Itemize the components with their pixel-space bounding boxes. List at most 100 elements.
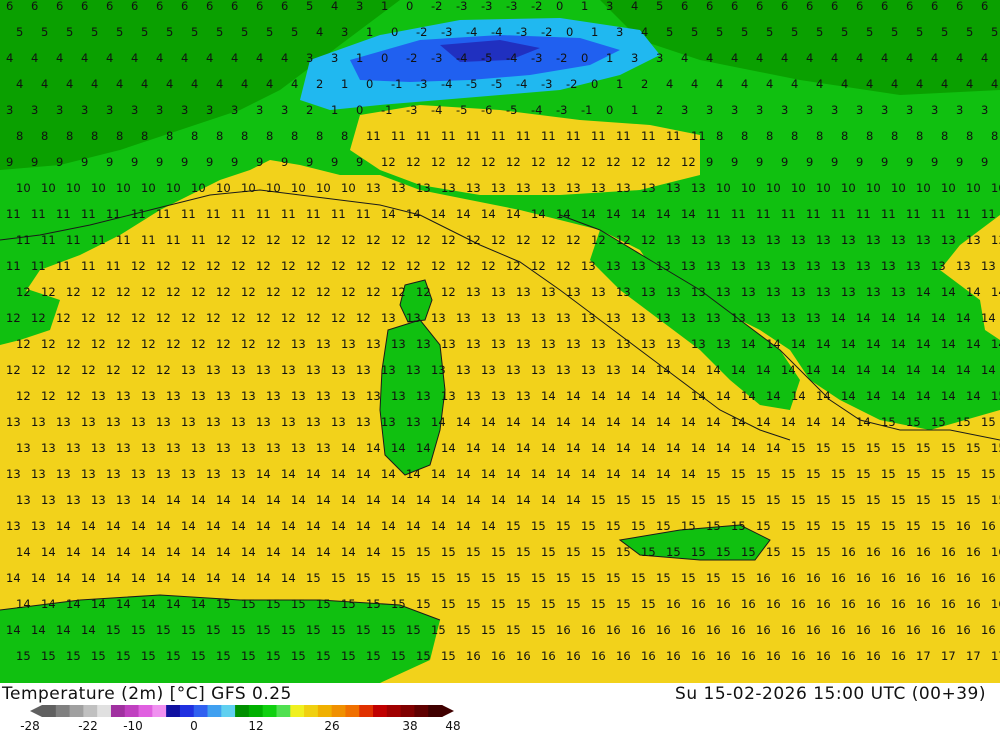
temperature-label: 15 (716, 545, 731, 559)
temperature-label: 13 (841, 233, 856, 247)
temperature-label: 13 (16, 441, 31, 455)
temperature-label: 13 (391, 389, 406, 403)
temperature-label: 16 (756, 571, 771, 585)
colorbar-swatch (386, 705, 402, 717)
colorbar-tick-label: 48 (445, 719, 461, 733)
temperature-label: 15 (656, 519, 671, 533)
temperature-label: 13 (981, 259, 996, 273)
temperature-label: 4 (791, 77, 798, 91)
temperature-label: 4 (931, 51, 938, 65)
temperature-label: 14 (516, 441, 531, 455)
temperature-label: 14 (416, 441, 431, 455)
temperature-label: 15 (481, 571, 496, 585)
temperature-label: 12 (331, 311, 346, 325)
temperature-label: 14 (81, 571, 96, 585)
temperature-label: 11 (591, 129, 606, 143)
temperature-label: 14 (281, 519, 296, 533)
temperature-label: 15 (881, 415, 896, 429)
temperature-label: 12 (481, 155, 496, 169)
temperature-label: 13 (641, 337, 656, 351)
temperature-label: 12 (66, 389, 81, 403)
temperature-label: 13 (231, 467, 246, 481)
temperature-label: 12 (281, 311, 296, 325)
temperature-label: 14 (706, 363, 721, 377)
temperature-label: 1 (591, 25, 598, 39)
temperature-label: 14 (356, 467, 371, 481)
temperature-label: 12 (16, 285, 31, 299)
temperature-label: 6 (856, 0, 863, 13)
temperature-label: 13 (416, 181, 431, 195)
temperature-label: 12 (206, 259, 221, 273)
temperature-label: 14 (91, 597, 106, 611)
temperature-label: -3 (481, 0, 492, 13)
temperature-label: 13 (231, 363, 246, 377)
temperature-label: 8 (291, 129, 298, 143)
temperature-label: 14 (331, 519, 346, 533)
temperature-label: 4 (256, 51, 263, 65)
temperature-label: 15 (141, 649, 156, 663)
temperature-label: 12 (156, 363, 171, 377)
temperature-label: 11 (81, 207, 96, 221)
temperature-label: 16 (891, 545, 906, 559)
temperature-label: 4 (891, 77, 898, 91)
temperature-label: 13 (331, 415, 346, 429)
temperature-label: 15 (606, 571, 621, 585)
temperature-label: 14 (916, 337, 931, 351)
temperature-label: 11 (731, 207, 746, 221)
temperature-label: 13 (591, 181, 606, 195)
temperature-label: 12 (56, 363, 71, 377)
colorbar-swatch (97, 705, 112, 717)
temperature-label: 4 (816, 77, 823, 91)
temperature-label: 12 (641, 233, 656, 247)
temperature-label: 15 (306, 571, 321, 585)
temperature-label: 14 (581, 207, 596, 221)
temperature-label: 16 (866, 649, 881, 663)
temperature-label: 16 (566, 649, 581, 663)
temperature-label: 14 (366, 493, 381, 507)
temperature-label: -2 (406, 51, 417, 65)
temperature-label: 16 (881, 623, 896, 637)
temperature-label: 8 (766, 129, 773, 143)
temperature-label: 4 (216, 77, 223, 91)
temperature-label: 16 (791, 649, 806, 663)
temperature-label: 9 (156, 155, 163, 169)
temperature-label: 6 (931, 0, 938, 13)
temperature-label: 13 (66, 441, 81, 455)
temperature-label: 16 (816, 597, 831, 611)
temperature-label: 15 (581, 519, 596, 533)
temperature-label: 14 (681, 207, 696, 221)
temperature-label: -4 (431, 103, 442, 117)
temperature-label: 15 (981, 467, 996, 481)
temperature-label: -3 (541, 77, 552, 91)
temperature-label: 15 (491, 597, 506, 611)
temperature-label: 13 (831, 259, 846, 273)
temperature-label: 15 (631, 571, 646, 585)
temperature-label: 13 (506, 311, 521, 325)
temperature-label: 13 (166, 389, 181, 403)
temperature-label: 4 (191, 77, 198, 91)
temperature-label: 6 (6, 0, 13, 13)
temperature-label: 15 (506, 519, 521, 533)
temperature-label: 13 (431, 311, 446, 325)
temperature-label: 12 (131, 259, 146, 273)
temperature-label: 9 (181, 155, 188, 169)
temperature-label: 2 (306, 103, 313, 117)
temperature-label: 13 (241, 389, 256, 403)
temperature-label: 15 (881, 519, 896, 533)
temperature-label: 16 (966, 597, 981, 611)
temperature-label: 3 (856, 103, 863, 117)
temperature-label: 14 (791, 389, 806, 403)
temperature-label: 12 (381, 155, 396, 169)
temperature-label: 6 (231, 0, 238, 13)
temperature-label: 13 (381, 311, 396, 325)
temperature-label: 15 (966, 493, 981, 507)
temperature-label: 4 (641, 25, 648, 39)
colorbar-tick-label: -22 (78, 719, 98, 733)
temperature-label: 15 (306, 623, 321, 637)
temperature-label: 1 (581, 0, 588, 13)
temperature-label: 4 (781, 51, 788, 65)
temperature-label: 14 (416, 493, 431, 507)
colorbar-swatch (42, 705, 57, 717)
temperature-label: 15 (831, 467, 846, 481)
temperature-label: 15 (591, 493, 606, 507)
